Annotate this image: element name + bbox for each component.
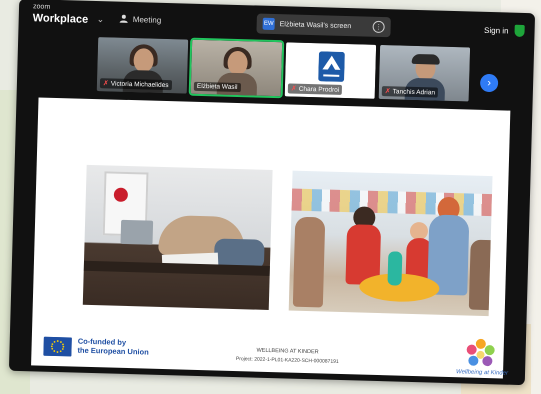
project-id: Project: 2022-1-PL01-KA220-SCH-000087191	[235, 356, 339, 365]
participant-name: Tanchis Adrian	[392, 87, 436, 97]
share-avatar: EW	[262, 17, 275, 31]
top-bar: zoom Workplace ⌄ Meeting EW Elżbieta Was…	[18, 0, 535, 47]
mic-off-icon: ✗	[290, 85, 297, 93]
participants-icon	[119, 14, 128, 23]
participant-tile-active[interactable]: Elżbieta Wasil	[188, 37, 285, 99]
participant-tile[interactable]: ✗ Victoria Michaelides	[96, 37, 189, 94]
meeting-menu[interactable]: Meeting	[119, 14, 162, 25]
participant-name-tag: ✗ Victoria Michaelides	[99, 78, 172, 91]
screen-share-indicator[interactable]: EW Elżbieta Wasil's screen ⋮	[256, 13, 391, 38]
chevron-down-icon[interactable]: ⌄	[97, 14, 105, 25]
brand-title[interactable]: Workplace	[33, 12, 89, 26]
share-options-icon[interactable]: ⋮	[372, 20, 385, 34]
participant-name: Victoria Michaelides	[110, 79, 169, 89]
sign-in-link[interactable]: Sign in	[484, 26, 509, 36]
zoom-window: zoom Workplace ⌄ Meeting EW Elżbieta Was…	[8, 0, 536, 386]
photo-tired-student	[82, 164, 273, 310]
participant-hair	[411, 53, 440, 65]
participant-name: Elżbieta Wasil	[196, 82, 238, 91]
mic-off-icon: ✗	[102, 80, 109, 88]
eu-funding-text: Co-funded by the European Union	[77, 337, 149, 357]
child-shape	[292, 216, 326, 308]
brand-small: zoom	[32, 3, 51, 11]
participant-name-tag: ✗ Tanchis Adrian	[381, 86, 439, 98]
shield-icon[interactable]	[514, 24, 525, 37]
participant-tile[interactable]: ✗ Chara Prodroi	[284, 42, 377, 99]
meeting-label: Meeting	[132, 14, 162, 25]
photo-kindergarten-class	[288, 170, 493, 317]
participant-name: Chara Prodroi	[298, 85, 340, 94]
shared-slide: Co-funded by the European Union WELLBEIN…	[31, 97, 511, 379]
participant-name-tag: Elżbieta Wasil	[193, 81, 241, 93]
eu-funding-line-2: the European Union	[77, 345, 149, 357]
laptop-shape	[120, 219, 154, 245]
participant-name-tag: ✗ Chara Prodroi	[287, 83, 343, 95]
share-label: Elżbieta Wasil's screen	[279, 20, 352, 30]
eu-flag-icon	[43, 336, 72, 357]
participant-tile[interactable]: ✗ Tanchis Adrian	[378, 44, 471, 102]
child-shape	[468, 239, 491, 311]
shelf-shape	[291, 188, 493, 217]
participant-strip: ✗ Victoria Michaelides Elżbieta Wasil ✗	[96, 37, 518, 103]
wellbeing-logo-text: Wellbeing at Kinder	[455, 369, 509, 377]
organization-logo-icon	[318, 51, 345, 82]
toy-stem-shape	[387, 251, 403, 286]
mic-off-icon: ✗	[384, 88, 391, 96]
